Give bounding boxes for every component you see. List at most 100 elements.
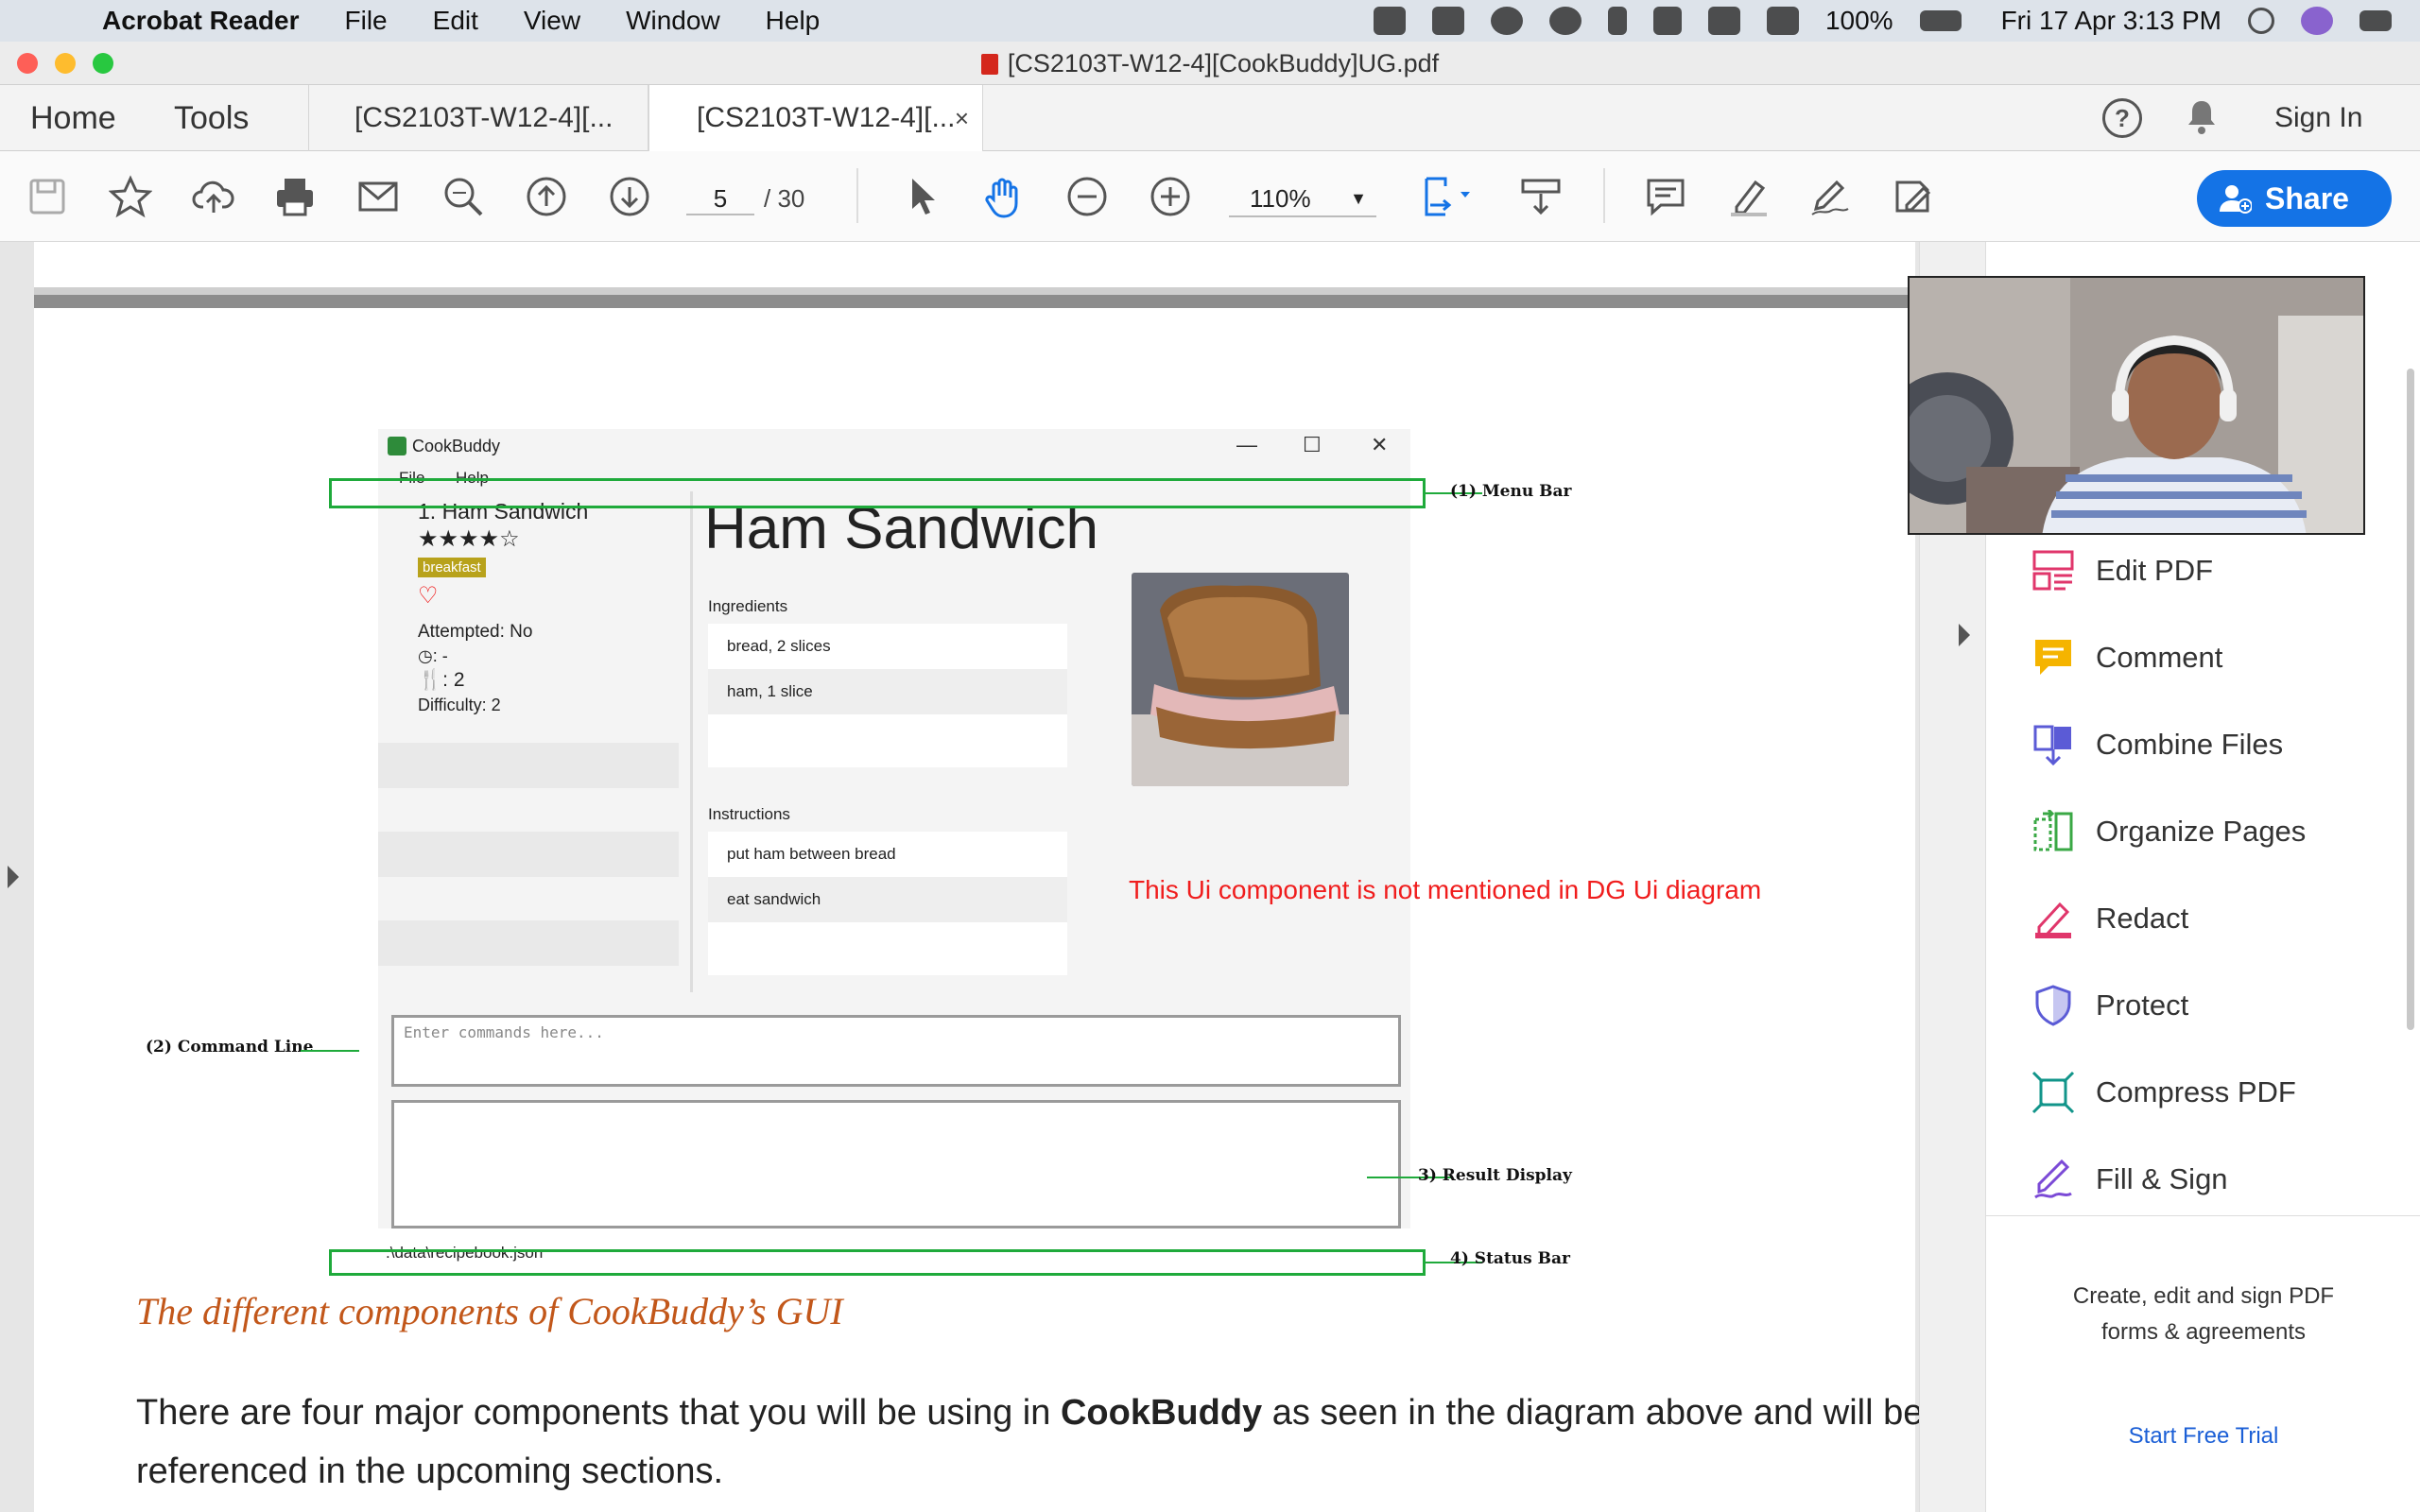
fill-sign-pen-icon[interactable]	[1806, 172, 1855, 221]
spotlight-icon[interactable]	[2248, 8, 2274, 34]
tool-fill-sign[interactable]: Fill & Sign	[2031, 1151, 2228, 1208]
list-item: bread, 2 slices	[727, 637, 831, 655]
home-tab[interactable]: Home	[30, 85, 116, 151]
sign-in-link[interactable]: Sign In	[2274, 85, 2362, 151]
shield-icon	[2035, 985, 2071, 1026]
status-bar-highlight	[329, 1249, 1426, 1276]
select-cursor-icon[interactable]	[896, 172, 945, 221]
tool-comment[interactable]: Comment	[2031, 629, 2222, 686]
document-viewport[interactable]: CookBuddy — ☐ ✕ File Help 1. Ham Sandwic…	[0, 242, 1923, 1512]
close-tab-icon[interactable]: ×	[955, 85, 969, 151]
status-area: 100% Fri 17 Apr 3:13 PM	[1373, 0, 2420, 42]
scroll-mode-icon[interactable]	[1516, 172, 1565, 221]
promo-line-2: forms & agreements	[2100, 1319, 2307, 1345]
list-item: ham, 1 slice	[708, 669, 1067, 714]
tool-organize-pages[interactable]: Organize Pages	[2031, 803, 2306, 860]
previous-page-icon[interactable]	[522, 172, 571, 221]
bluetooth-icon[interactable]	[1607, 7, 1627, 35]
zoom-out-icon[interactable]	[1063, 172, 1112, 221]
list-item	[378, 920, 679, 966]
battery-icon[interactable]	[1919, 10, 1962, 31]
zoom-in-icon[interactable]	[1146, 172, 1195, 221]
servings-row: 🍴: 2	[418, 669, 465, 692]
pdf-page: CookBuddy — ☐ ✕ File Help 1. Ham Sandwic…	[34, 242, 1923, 1512]
ingredients-label: Ingredients	[708, 597, 788, 615]
highlight-pen-icon[interactable]	[1724, 172, 1773, 221]
webcam-person-image	[1910, 278, 2363, 533]
page-fit-icon[interactable]	[1414, 172, 1480, 221]
page-total: / 30	[764, 184, 805, 213]
menu-help[interactable]: Help	[766, 6, 821, 36]
menu-view[interactable]: View	[524, 6, 580, 36]
instructions-list: put ham between bread eat sandwich	[708, 832, 1067, 975]
menu-bar-annotation: (1) Menu Bar	[1450, 482, 1572, 501]
tool-label: Protect	[2096, 988, 2189, 1022]
tools-pane-scrollbar[interactable]	[2407, 369, 2414, 1030]
share-button[interactable]: Share	[2197, 170, 2392, 227]
zoom-select[interactable]: 110% ▼	[1229, 180, 1376, 217]
siri-icon[interactable]	[2301, 7, 2333, 35]
wifi-icon[interactable]	[1707, 7, 1740, 35]
volume-icon[interactable]	[1766, 7, 1799, 35]
tool-redact[interactable]: Redact	[2031, 890, 2188, 947]
tools-tab[interactable]: Tools	[174, 85, 249, 151]
print-icon[interactable]	[270, 172, 320, 221]
time-machine-icon[interactable]	[1548, 7, 1582, 35]
search-zoom-icon[interactable]	[439, 172, 488, 221]
notifications-bell-icon[interactable]	[2186, 98, 2218, 136]
notification-center-icon[interactable]	[2360, 10, 2392, 31]
app-titlebar: CookBuddy	[388, 437, 500, 456]
input-source-icon[interactable]	[1652, 7, 1682, 35]
zoom-window-button[interactable]	[93, 53, 113, 74]
comment-icon[interactable]	[1641, 172, 1690, 221]
edit-pdf-icon	[2032, 550, 2074, 591]
document-tab-2[interactable]: [CS2103T-W12-4][... ×	[648, 85, 983, 152]
dropbox-icon[interactable]	[1431, 7, 1464, 35]
tool-combine-files[interactable]: Combine Files	[2031, 716, 2283, 773]
upload-cloud-icon[interactable]	[189, 172, 238, 221]
tool-edit-pdf[interactable]: Edit PDF	[2031, 542, 2213, 599]
zoom-value: 110%	[1250, 184, 1311, 213]
next-page-icon[interactable]	[605, 172, 654, 221]
save-icon[interactable]	[23, 172, 72, 221]
paragraph-text-start: There are four major components that you…	[136, 1393, 1061, 1433]
tool-compress-pdf[interactable]: Compress PDF	[2031, 1064, 2296, 1121]
clock-icon: ◷	[418, 646, 433, 665]
menu-file[interactable]: File	[345, 6, 388, 36]
menu-edit[interactable]: Edit	[433, 6, 478, 36]
help-icon[interactable]: ?	[2102, 98, 2142, 138]
body-paragraph: There are four major components that you…	[136, 1383, 1932, 1501]
bookmark-star-icon[interactable]	[106, 172, 155, 221]
compress-pdf-icon	[2031, 1071, 2075, 1114]
pdf-file-icon	[980, 54, 998, 75]
toolbar-divider	[1603, 168, 1605, 223]
close-window-button[interactable]	[17, 53, 38, 74]
menu-app-name[interactable]: Acrobat Reader	[102, 6, 300, 36]
email-icon[interactable]	[354, 172, 403, 221]
right-panel-toggle-icon[interactable]	[1959, 624, 1970, 646]
command-line-annotation: (2) Command Line	[146, 1038, 314, 1057]
page-number-input[interactable]: 5	[686, 181, 754, 215]
tool-protect[interactable]: Protect	[2031, 977, 2188, 1034]
app-title: CookBuddy	[412, 437, 501, 455]
paragraph-bold-app-name: CookBuddy	[1060, 1393, 1263, 1433]
result-display	[391, 1100, 1401, 1228]
video-call-overlay[interactable]	[1908, 276, 2365, 535]
document-tab-1[interactable]: [CS2103T-W12-4][...	[308, 85, 648, 151]
hand-tool-icon[interactable]	[979, 172, 1028, 221]
start-free-trial-link[interactable]: Start Free Trial	[1986, 1423, 2420, 1450]
heart-icon: ♡	[418, 583, 439, 609]
creative-cloud-icon[interactable]	[1490, 7, 1523, 35]
left-panel-toggle-icon[interactable]	[8, 866, 19, 888]
combine-files-icon	[2033, 725, 2071, 766]
clock[interactable]: Fri 17 Apr 3:13 PM	[2001, 6, 2221, 36]
ingredients-list: bread, 2 slices ham, 1 slice	[708, 624, 1067, 767]
minimize-window-button[interactable]	[55, 53, 76, 74]
list-item: put ham between bread	[727, 845, 896, 863]
tab-bar: Home Tools [CS2103T-W12-4][... [CS2103T-…	[0, 85, 2420, 152]
menu-window[interactable]: Window	[626, 6, 720, 36]
tool-label: Redact	[2096, 902, 2189, 935]
add-person-icon	[2220, 185, 2252, 214]
more-tools-icon[interactable]	[1889, 172, 1938, 221]
video-camera-icon[interactable]	[1373, 7, 1406, 35]
